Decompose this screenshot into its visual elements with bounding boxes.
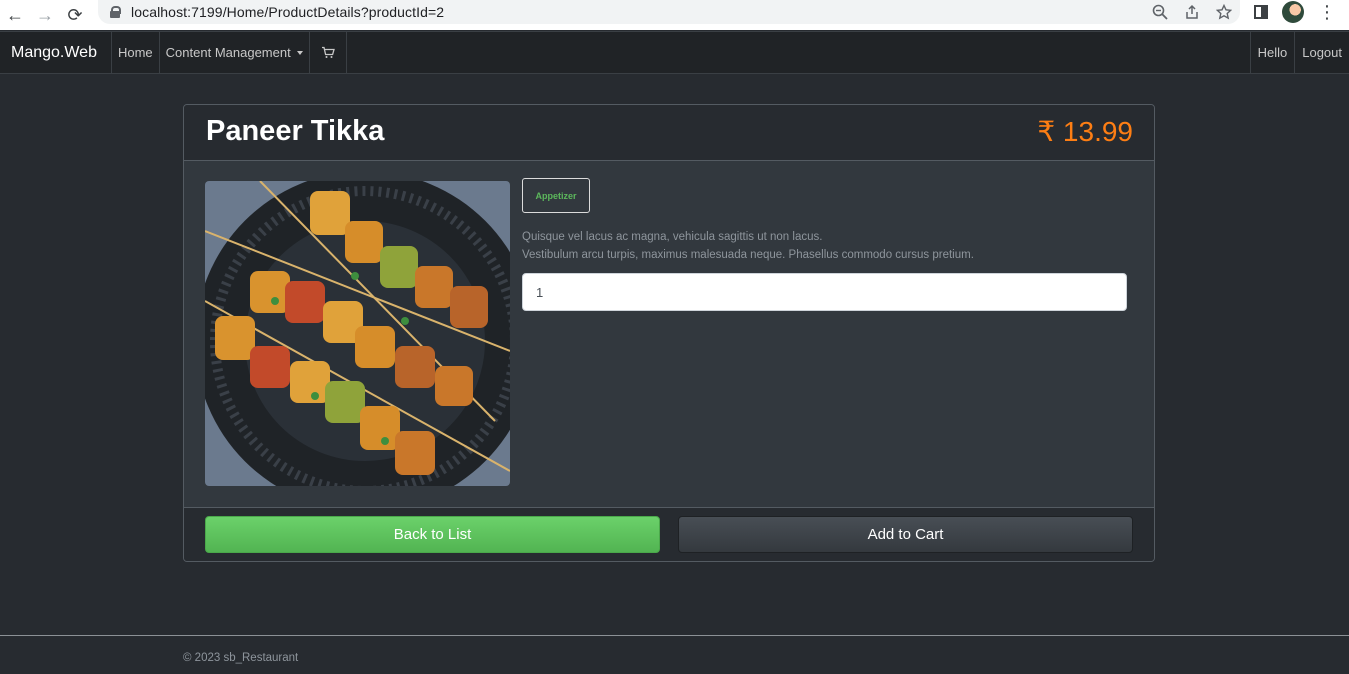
product-price: ₹ 13.99 bbox=[1037, 116, 1133, 147]
category-badge: Appetizer bbox=[522, 178, 590, 213]
nav-content-management-label: Content Management bbox=[165, 45, 291, 60]
back-arrow-icon[interactable]: ← bbox=[0, 0, 30, 30]
nav-cart[interactable] bbox=[308, 32, 347, 73]
nav-home[interactable]: Home bbox=[110, 32, 159, 73]
description-line: Quisque vel lacus ac magna, vehicula sag… bbox=[522, 231, 823, 243]
card-footer: Back to List Add to Cart bbox=[184, 507, 1154, 561]
quantity-input[interactable] bbox=[522, 273, 1127, 311]
nav-hello[interactable]: Hello bbox=[1249, 32, 1295, 73]
bookmark-star-icon[interactable] bbox=[1216, 4, 1232, 20]
app-navbar: Mango.Web Home Content Management Hello … bbox=[0, 31, 1349, 74]
nav-content-management[interactable]: Content Management bbox=[158, 32, 309, 73]
caret-down-icon bbox=[296, 50, 303, 55]
add-to-cart-button[interactable]: Add to Cart bbox=[678, 516, 1133, 553]
browser-toolbar: ← → ⟳ localhost:7199/Home/ProductDetails… bbox=[0, 0, 1349, 30]
brand-link[interactable]: Mango.Web bbox=[0, 32, 111, 73]
product-description: Quisque vel lacus ac magna, vehicula sag… bbox=[522, 228, 1122, 264]
share-icon[interactable] bbox=[1184, 4, 1200, 20]
browser-menu-icon[interactable]: ⋮ bbox=[1318, 3, 1336, 21]
forward-arrow-icon[interactable]: → bbox=[30, 0, 60, 30]
lock-icon bbox=[110, 6, 121, 18]
card-body: Appetizer Quisque vel lacus ac magna, ve… bbox=[184, 162, 1154, 507]
description-line: Vestibulum arcu turpis, maximus malesuad… bbox=[522, 249, 974, 261]
nav-logout[interactable]: Logout bbox=[1294, 32, 1349, 73]
profile-avatar[interactable] bbox=[1282, 1, 1304, 23]
back-to-list-button[interactable]: Back to List bbox=[205, 516, 660, 553]
address-bar[interactable]: localhost:7199/Home/ProductDetails?produ… bbox=[98, 0, 1240, 24]
zoom-icon[interactable] bbox=[1152, 4, 1168, 20]
cart-icon bbox=[321, 46, 335, 58]
product-title: Paneer Tikka bbox=[206, 115, 385, 147]
copyright-text: © 2023 sb_Restaurant bbox=[183, 652, 299, 664]
product-image bbox=[205, 181, 510, 486]
page-footer: © 2023 sb_Restaurant bbox=[0, 635, 1349, 674]
paneer-tikka-photo bbox=[205, 181, 510, 486]
card-header: Paneer Tikka ₹ 13.99 bbox=[184, 105, 1154, 161]
side-panel-icon[interactable] bbox=[1254, 5, 1268, 19]
reload-icon[interactable]: ⟳ bbox=[60, 0, 90, 30]
url-text[interactable]: localhost:7199/Home/ProductDetails?produ… bbox=[131, 4, 444, 20]
product-card: Paneer Tikka ₹ 13.99 Appetizer Quisque v… bbox=[183, 104, 1155, 562]
